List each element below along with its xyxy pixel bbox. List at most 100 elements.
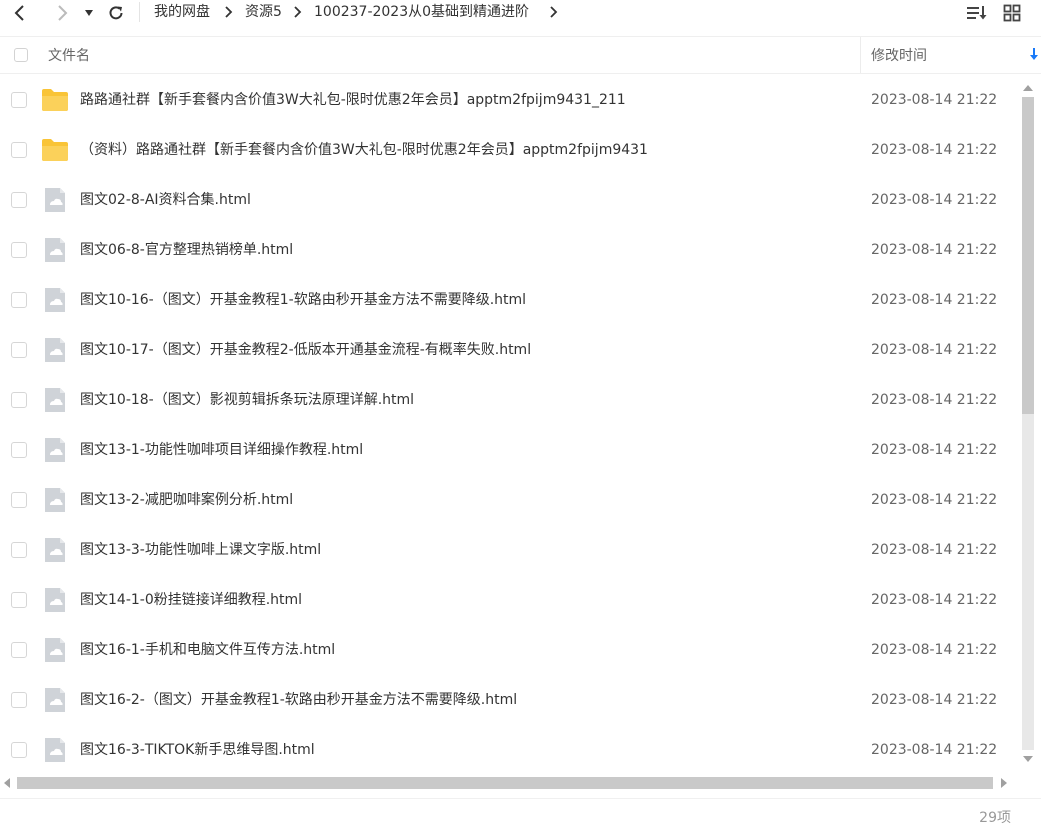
folder-row[interactable]: （资料）路路通社群【新手套餐内含价值3W大礼包-限时优惠2年会员】apptm2f… <box>0 125 1020 175</box>
vertical-scrollbar-thumb[interactable] <box>1022 97 1034 414</box>
breadcrumb-item-resource[interactable]: 资源5 <box>245 2 282 22</box>
row-checkbox[interactable] <box>11 142 27 158</box>
html-file-icon <box>45 538 65 562</box>
file-name[interactable]: 图文13-1-功能性咖啡项目详细操作教程.html <box>80 440 363 460</box>
vertical-scroll-track[interactable] <box>1022 414 1034 750</box>
row-checkbox[interactable] <box>11 242 27 258</box>
row-checkbox[interactable] <box>11 692 27 708</box>
file-icon-wrap <box>41 687 69 713</box>
history-dropdown-button[interactable] <box>80 0 98 26</box>
folder-row[interactable]: 路路通社群【新手套餐内含价值3W大礼包-限时优惠2年会员】apptm2fpijm… <box>0 75 1020 125</box>
file-name[interactable]: 路路通社群【新手套餐内含价值3W大礼包-限时优惠2年会员】apptm2fpijm… <box>80 90 626 110</box>
modified-time: 2023-08-14 21:22 <box>871 242 998 258</box>
sort-list-icon <box>967 6 987 20</box>
breadcrumb-item-root[interactable]: 我的网盘 <box>154 2 210 22</box>
file-list: 路路通社群【新手套餐内含价值3W大礼包-限时优惠2年会员】apptm2fpijm… <box>0 75 1020 775</box>
file-row[interactable]: 图文10-18-（图文）影视剪辑拆条玩法原理详解.html 2023-08-14 … <box>0 375 1020 425</box>
file-row[interactable]: 图文13-1-功能性咖啡项目详细操作教程.html 2023-08-14 21:2… <box>0 425 1020 475</box>
row-checkbox[interactable] <box>11 742 27 758</box>
row-checkbox[interactable] <box>11 542 27 558</box>
html-file-icon <box>45 488 65 512</box>
file-name[interactable]: 图文06-8-官方整理热销榜单.html <box>80 240 293 260</box>
file-row[interactable]: 图文16-1-手机和电脑文件互传方法.html 2023-08-14 21:22 <box>0 625 1020 675</box>
file-row[interactable]: 图文02-8-AI资料合集.html 2023-08-14 21:22 <box>0 175 1020 225</box>
file-name[interactable]: 图文02-8-AI资料合集.html <box>80 190 251 210</box>
row-checkbox[interactable] <box>11 592 27 608</box>
grid-view-button[interactable] <box>1000 2 1024 24</box>
horizontal-scrollbar-thumb[interactable] <box>17 777 993 789</box>
file-name[interactable]: （资料）路路通社群【新手套餐内含价值3W大礼包-限时优惠2年会员】apptm2f… <box>80 140 648 160</box>
file-row[interactable]: 图文10-16-（图文）开基金教程1-软路由秒开基金方法不需要降级.html 20… <box>0 275 1020 325</box>
sort-view-button[interactable] <box>964 2 990 24</box>
row-checkbox[interactable] <box>11 392 27 408</box>
file-row[interactable]: 图文10-17-（图文）开基金教程2-低版本开通基金流程-有概率失败.html 2… <box>0 325 1020 375</box>
row-checkbox[interactable] <box>11 192 27 208</box>
file-row[interactable]: 图文13-3-功能性咖啡上课文字版.html 2023-08-14 21:22 <box>0 525 1020 575</box>
file-name[interactable]: 图文16-2-（图文）开基金教程1-软路由秒开基金方法不需要降级.html <box>80 690 517 710</box>
modified-time: 2023-08-14 21:22 <box>871 392 998 408</box>
html-file-icon <box>45 338 65 362</box>
item-count: 29项 <box>979 810 1011 826</box>
file-name[interactable]: 图文13-2-减肥咖啡案例分析.html <box>80 490 293 510</box>
forward-button[interactable] <box>48 0 76 26</box>
scroll-down-arrow-icon[interactable] <box>1022 754 1034 764</box>
row-checkbox[interactable] <box>11 292 27 308</box>
navigation-bar: 我的网盘 资源5 100237-2023从0基础到精通进阶 <box>0 0 1041 26</box>
file-name[interactable]: 图文16-3-TIKTOK新手思维导图.html <box>80 740 315 760</box>
file-row[interactable]: 图文06-8-官方整理热销榜单.html 2023-08-14 21:22 <box>0 225 1020 275</box>
file-name[interactable]: 图文10-18-（图文）影视剪辑拆条玩法原理详解.html <box>80 390 414 410</box>
modified-time: 2023-08-14 21:22 <box>871 342 998 358</box>
scroll-up-arrow-icon[interactable] <box>1022 83 1034 93</box>
row-checkbox[interactable] <box>11 442 27 458</box>
html-file-icon <box>45 438 65 462</box>
file-name[interactable]: 图文13-3-功能性咖啡上课文字版.html <box>80 540 321 560</box>
scroll-left-arrow-icon[interactable] <box>2 777 12 789</box>
chevron-right-icon <box>58 5 68 21</box>
html-file-icon <box>45 188 65 212</box>
modified-time: 2023-08-14 21:22 <box>871 292 998 308</box>
file-icon-wrap <box>41 587 69 613</box>
modified-time: 2023-08-14 21:22 <box>871 642 998 658</box>
nav-divider <box>139 2 140 22</box>
breadcrumb-separator-icon <box>550 6 558 18</box>
breadcrumb-item-current[interactable]: 100237-2023从0基础到精通进阶 <box>314 2 529 22</box>
modified-time: 2023-08-14 21:22 <box>871 192 998 208</box>
html-file-icon <box>45 638 65 662</box>
file-name[interactable]: 图文14-1-0粉挂链接详细教程.html <box>80 590 302 610</box>
column-header-modified-time[interactable]: 修改时间 <box>871 46 927 66</box>
status-bar: 29项 <box>0 798 1041 831</box>
back-button[interactable] <box>6 0 34 26</box>
select-all-checkbox[interactable] <box>14 48 28 62</box>
caret-down-icon <box>85 10 93 16</box>
column-divider[interactable] <box>860 37 861 73</box>
file-row[interactable]: 图文16-2-（图文）开基金教程1-软路由秒开基金方法不需要降级.html 202… <box>0 675 1020 725</box>
row-checkbox[interactable] <box>11 92 27 108</box>
file-row[interactable]: 图文13-2-减肥咖啡案例分析.html 2023-08-14 21:22 <box>0 475 1020 525</box>
html-file-icon <box>45 688 65 712</box>
folder-icon-wrap <box>41 87 69 113</box>
file-icon-wrap <box>41 537 69 563</box>
refresh-button[interactable] <box>103 0 129 26</box>
html-file-icon <box>45 388 65 412</box>
file-icon-wrap <box>41 187 69 213</box>
modified-time: 2023-08-14 21:22 <box>871 442 998 458</box>
row-checkbox[interactable] <box>11 492 27 508</box>
scroll-right-arrow-icon[interactable] <box>999 777 1009 789</box>
list-header: 文件名 修改时间 <box>0 36 1041 74</box>
html-file-icon <box>45 588 65 612</box>
file-row[interactable]: 图文14-1-0粉挂链接详细教程.html 2023-08-14 21:22 <box>0 575 1020 625</box>
html-file-icon <box>45 288 65 312</box>
sort-arrow-down-icon[interactable] <box>1029 47 1039 61</box>
file-icon-wrap <box>41 387 69 413</box>
row-checkbox[interactable] <box>11 642 27 658</box>
file-icon-wrap <box>41 487 69 513</box>
column-header-name[interactable]: 文件名 <box>48 46 90 66</box>
row-checkbox[interactable] <box>11 342 27 358</box>
breadcrumb-separator-icon <box>294 6 302 18</box>
modified-time: 2023-08-14 21:22 <box>871 92 998 108</box>
file-name[interactable]: 图文10-16-（图文）开基金教程1-软路由秒开基金方法不需要降级.html <box>80 290 526 310</box>
file-row[interactable]: 图文16-3-TIKTOK新手思维导图.html 2023-08-14 21:22 <box>0 725 1020 775</box>
modified-time: 2023-08-14 21:22 <box>871 742 998 758</box>
file-name[interactable]: 图文16-1-手机和电脑文件互传方法.html <box>80 640 335 660</box>
file-name[interactable]: 图文10-17-（图文）开基金教程2-低版本开通基金流程-有概率失败.html <box>80 340 531 360</box>
